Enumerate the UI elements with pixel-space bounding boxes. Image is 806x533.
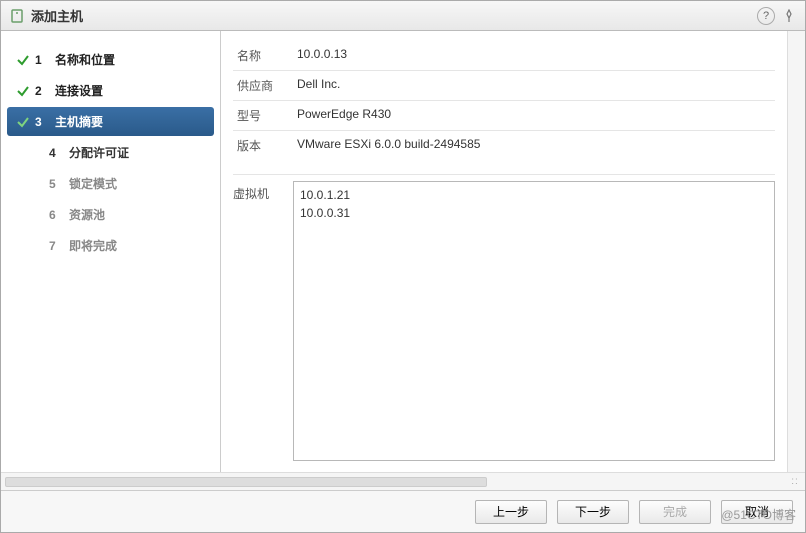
- step-name-location[interactable]: 1 名称和位置: [7, 45, 214, 74]
- vm-item: 10.0.1.21: [300, 186, 768, 204]
- watermark: @51CTO博客: [721, 506, 796, 523]
- summary-row-version: 版本 VMware ESXi 6.0.0 build-2494585: [233, 131, 775, 160]
- next-button[interactable]: 下一步: [557, 500, 629, 524]
- step-assign-license[interactable]: 4 分配许可证: [21, 138, 214, 167]
- titlebar: 添加主机 ?: [1, 1, 805, 31]
- wizard-steps: 1 名称和位置 2 连接设置 3 主机摘要 4 分配许可证 5 锁定模式: [1, 31, 221, 472]
- step-host-summary[interactable]: 3 主机摘要: [7, 107, 214, 136]
- host-icon: [9, 8, 25, 24]
- pin-icon[interactable]: [781, 8, 797, 24]
- step-lockdown-mode: 5 锁定模式: [21, 169, 214, 198]
- step-resource-pool: 6 资源池: [21, 200, 214, 229]
- check-icon: [15, 52, 31, 68]
- back-button[interactable]: 上一步: [475, 500, 547, 524]
- host-name-value: 10.0.0.13: [297, 47, 771, 64]
- vm-list[interactable]: 10.0.1.21 10.0.0.31: [293, 181, 775, 461]
- check-icon: [15, 114, 31, 130]
- main-panel: 名称 10.0.0.13 供应商 Dell Inc. 型号 PowerEdge …: [221, 31, 787, 472]
- vm-panel: 虚拟机 10.0.1.21 10.0.0.31: [233, 174, 775, 462]
- vm-item: 10.0.0.31: [300, 204, 768, 222]
- step-connection-settings[interactable]: 2 连接设置: [7, 76, 214, 105]
- horizontal-scrollbar[interactable]: ::: [1, 472, 805, 490]
- host-version-value: VMware ESXi 6.0.0 build-2494585: [297, 137, 771, 154]
- wizard-footer: 上一步 下一步 完成 取消: [1, 490, 805, 532]
- summary-row-model: 型号 PowerEdge R430: [233, 101, 775, 131]
- summary-row-name: 名称 10.0.0.13: [233, 41, 775, 71]
- summary-row-vendor: 供应商 Dell Inc.: [233, 71, 775, 101]
- step-ready-complete: 7 即将完成: [21, 231, 214, 260]
- add-host-wizard: 添加主机 ? 1 名称和位置 2 连接设置 3 主机摘要: [0, 0, 806, 533]
- help-icon[interactable]: ?: [757, 7, 775, 25]
- vertical-scrollbar[interactable]: [787, 31, 805, 472]
- check-icon: [15, 83, 31, 99]
- resize-grip-icon: ::: [785, 476, 805, 487]
- host-summary-table: 名称 10.0.0.13 供应商 Dell Inc. 型号 PowerEdge …: [221, 31, 787, 170]
- body: 1 名称和位置 2 连接设置 3 主机摘要 4 分配许可证 5 锁定模式: [1, 31, 805, 472]
- host-model-value: PowerEdge R430: [297, 107, 771, 124]
- scrollbar-thumb[interactable]: [5, 477, 487, 487]
- host-vendor-value: Dell Inc.: [297, 77, 771, 94]
- window-title: 添加主机: [31, 6, 757, 25]
- finish-button: 完成: [639, 500, 711, 524]
